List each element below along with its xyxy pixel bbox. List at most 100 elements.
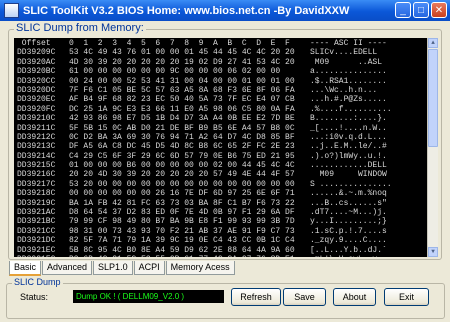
dump-row: DD3921CC 98 31 00 73 43 93 70 F2 21 AB 37… <box>17 227 435 236</box>
title-bar[interactable]: SLIC ToolKit V3.2 BIOS Home: www.bios.ne… <box>0 0 450 21</box>
dump-row: DD39210C 42 93 86 98 E7 D5 1B D4 D7 3A A4… <box>17 114 435 123</box>
ascii-cell: ..j..E.M..le/..# <box>310 142 387 152</box>
dump-row: DD3920CC 00 24 00 00 52 53 41 31 00 04 00… <box>17 77 435 86</box>
offset-cell: DD39218C <box>17 189 56 199</box>
offset-cell: DD3920FC <box>17 104 56 114</box>
hex-cell: 4D 30 39 20 20 20 20 20 19 02 D9 27 41 5… <box>69 57 295 67</box>
dump-row: DD3920AC 4D 30 39 20 20 20 20 20 19 02 D9… <box>17 58 435 67</box>
window-controls: _ □ ✕ <box>395 2 447 18</box>
dump-row: DD3920BC 61 00 00 00 00 00 00 9C 00 00 00… <box>17 67 435 76</box>
dump-row: DD3921BC 79 99 CF 98 49 80 B7 BA 9B E8 F1… <box>17 217 435 226</box>
dump-row: DD3920EC AF B4 9F 68 82 23 EC 50 40 5A 73… <box>17 95 435 104</box>
dump-row: DD39212C 0C D2 BA 3A 69 30 76 94 71 A2 64… <box>17 133 435 142</box>
ascii-cell: y...I.........;} <box>310 217 387 227</box>
hex-cell: 00 00 00 00 00 00 26 16 7E DF 6D 97 25 6… <box>69 189 295 199</box>
dump-row: DD3920FC DC 25 1A 9C E3 E3 66 11 E0 A5 98… <box>17 105 435 114</box>
hex-cell: 82 5F 7A 71 79 1A 39 9C 19 0E C4 43 CC 0… <box>69 236 295 246</box>
ascii-cell: SLICv....EDELL <box>310 48 387 58</box>
tab-slp1-0[interactable]: SLP1.0 <box>93 261 133 275</box>
tab-advanced[interactable]: Advanced <box>42 261 93 275</box>
hex-header: 0 1 2 3 4 5 6 7 8 9 A B C D E F <box>69 39 290 48</box>
ascii-cell: ...:i0v.q.d.L... <box>310 132 387 142</box>
hex-cell: BA 1A FB 42 81 FC 63 73 03 BA 8F C1 B7 F… <box>69 198 295 208</box>
status-group-label: SLIC Dump <box>12 277 63 287</box>
offset-cell: DD3921EC <box>17 245 56 255</box>
ascii-header: ---- ASC II ---- <box>310 39 387 48</box>
dump-row: DD39219C BA 1A FB 42 81 FC 63 73 03 BA 8F… <box>17 199 435 208</box>
ascii-cell: .dT7....~M...)j. <box>310 208 387 218</box>
minimize-button[interactable]: _ <box>395 2 411 18</box>
hex-cell: 53 20 00 00 00 00 00 00 00 00 00 00 00 0… <box>69 179 295 189</box>
save-button[interactable]: Save <box>283 288 326 306</box>
offset-cell: DD39217C <box>17 179 56 189</box>
ascii-cell: ...\Wc..h.n... <box>310 85 378 95</box>
tab-memory-acess[interactable]: Memory Acess <box>165 261 235 275</box>
status-value: Dump OK ! ( DELLM09_V2.0 ) <box>73 290 224 303</box>
scroll-thumb[interactable] <box>428 49 438 147</box>
hex-cell: 7F F6 C1 05 BE 5C 57 63 A5 8A 68 F3 6E 8… <box>69 85 295 95</box>
offset-cell: DD39212C <box>17 132 56 142</box>
hex-cell: 5F 5B 15 0C AB D0 21 DE BF B9 B5 6E A4 5… <box>69 123 295 133</box>
refresh-button[interactable]: Refresh <box>231 288 281 306</box>
about-button[interactable]: About <box>333 288 376 306</box>
hex-cell: B9 6D 4C 21 5C F3 55 CB 61 77 4C CA C7 7… <box>69 255 310 257</box>
offset-cell: DD39215C <box>17 161 56 171</box>
offset-cell: DD39211C <box>17 123 56 133</box>
hex-cell: AF B4 9F 68 82 23 EC 50 40 5A 73 7F EC E… <box>69 95 295 105</box>
scroll-down-arrow-icon[interactable]: ▼ <box>428 247 438 257</box>
dump-row: DD39216C 20 20 4D 30 39 20 20 20 20 20 57… <box>17 170 435 179</box>
ascii-cell: .$..RSA1........ <box>310 76 387 86</box>
dump-scrollbar[interactable]: ▲ ▼ <box>427 38 438 257</box>
dump-row: DD39214C C4 29 C5 6F 3F 29 6C 6D 57 79 0E… <box>17 152 435 161</box>
ascii-cell: .).o?)lmWy..u.!. <box>310 151 387 161</box>
offset-cell: DD39210C <box>17 114 56 124</box>
close-button[interactable]: ✕ <box>431 2 447 18</box>
tab-basic[interactable]: Basic <box>9 261 42 276</box>
window-title: SLIC ToolKit V3.2 BIOS Home: www.bios.ne… <box>23 4 350 17</box>
scroll-up-arrow-icon[interactable]: ▲ <box>428 38 438 48</box>
offset-cell: DD39209C <box>17 48 56 58</box>
ascii-cell: S ............... <box>310 179 392 189</box>
ascii-cell: ...h.#.P@Zs..... <box>310 95 387 105</box>
offset-cell: DD39214C <box>17 151 56 161</box>
dump-row: DD3920DC 7F F6 C1 05 BE 5C 57 63 A5 8A 68… <box>17 86 435 95</box>
slic-dump-view[interactable]: Offset 0 1 2 3 4 5 6 7 8 9 A B C D E F -… <box>14 38 438 257</box>
hex-cell: C4 29 C5 6F 3F 29 6C 6D 57 79 0E B6 75 E… <box>69 151 295 161</box>
dump-row: DD39218C 00 00 00 00 00 00 26 16 7E DF 6D… <box>17 189 435 198</box>
ascii-cell: ......&.~.m.%noq <box>310 189 387 199</box>
hex-cell: D8 64 54 37 D2 83 ED 0F 7E 4D 0B 97 F1 2… <box>69 208 295 218</box>
maximize-button[interactable]: □ <box>413 2 429 18</box>
dump-row: DD3921EC 5B 8C 95 4C B0 8E A4 59 D9 62 2E… <box>17 246 435 255</box>
ascii-cell: [..L...Y.b..dJ.` <box>310 245 387 255</box>
hex-cell: 53 4C 49 43 76 01 00 00 01 45 44 45 4C 4… <box>69 48 295 58</box>
hex-cell: DF A5 6A C8 DC 45 D5 4D 8C B8 6C 65 2F F… <box>69 142 295 152</box>
offset-cell: DD3920AC <box>17 57 56 67</box>
dump-row: DD39217C 53 20 00 00 00 00 00 00 00 00 00… <box>17 180 435 189</box>
app-icon <box>4 3 19 18</box>
hex-cell: DC 25 1A 9C E3 E3 66 11 E0 A5 98 06 C5 8… <box>69 104 295 114</box>
dump-header-row: Offset 0 1 2 3 4 5 6 7 8 9 A B C D E F -… <box>17 39 435 48</box>
exit-button[interactable]: Exit <box>384 288 429 306</box>
offset-cell: DD3920EC <box>17 95 56 105</box>
ascii-cell: M09 ..ASL <box>310 57 387 67</box>
offset-cell: DD39216C <box>17 170 56 180</box>
ascii-cell: .mL!\.U.awL..v.. <box>310 255 430 257</box>
ascii-cell: ............DELL <box>310 161 387 171</box>
hex-cell: 5B 8C 95 4C B0 8E A4 59 D9 62 2E 88 64 4… <box>69 245 295 255</box>
ascii-cell: B........:....}. <box>310 114 387 124</box>
offset-cell: DD3920BC <box>17 67 56 77</box>
dump-row: DD39213C DF A5 6A C8 DC 45 D5 4D 8C B8 6C… <box>17 142 435 151</box>
ascii-cell: ._zqy.9....C.... <box>310 236 387 246</box>
hex-cell: 20 20 4D 30 39 20 20 20 20 20 57 49 4E 4… <box>69 170 295 180</box>
offset-cell: DD3921DC <box>17 236 56 246</box>
hex-cell: 42 93 86 98 E7 D5 1B D4 D7 3A A4 0B EE E… <box>69 114 295 124</box>
offset-cell: DD3921AC <box>17 208 56 218</box>
tab-acpi[interactable]: ACPI <box>133 261 165 275</box>
ascii-cell: ...B..cs......s" <box>310 198 387 208</box>
hex-cell: 00 24 00 00 52 53 41 31 00 04 00 00 01 0… <box>69 76 295 86</box>
dump-row: DD3921AC D8 64 54 37 D2 83 ED 0F 7E 4D 0B… <box>17 208 435 217</box>
dump-row: DD3921FCB9 6D 4C 21 5C F3 55 CB 61 77 4C… <box>17 255 435 257</box>
ascii-cell: .1.sC.p.!.7....s <box>310 226 387 236</box>
offset-cell: DD39213C <box>17 142 56 152</box>
status-group-frame <box>6 283 445 319</box>
